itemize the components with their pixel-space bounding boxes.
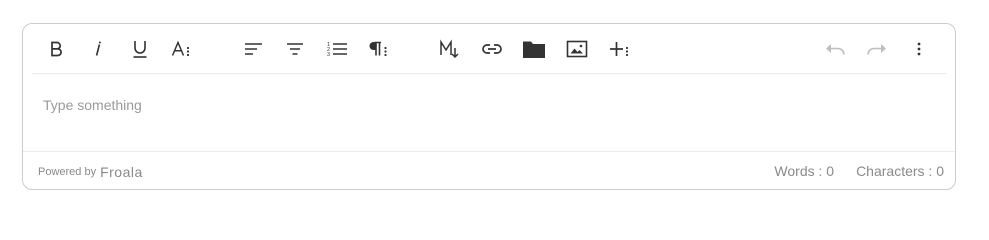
character-count: Characters : 0 bbox=[856, 163, 944, 179]
editor-placeholder: Type something bbox=[43, 97, 142, 113]
ordered-list-icon: 1 2 3 bbox=[327, 42, 347, 58]
editor-footer: Powered by Froala Words : 0 Characters :… bbox=[23, 152, 955, 190]
insert-link-button[interactable] bbox=[479, 36, 505, 62]
powered-by-link[interactable]: Powered by Froala bbox=[38, 163, 143, 181]
folder-icon bbox=[523, 41, 545, 58]
text-more-button[interactable] bbox=[169, 36, 195, 62]
ordered-list-button[interactable]: 1 2 3 bbox=[324, 36, 350, 62]
plus-more-icon bbox=[610, 42, 629, 57]
word-count: Words : 0 bbox=[774, 163, 835, 179]
markdown-button[interactable] bbox=[437, 36, 463, 62]
bold-icon bbox=[51, 41, 62, 57]
vertical-dots-icon bbox=[917, 42, 921, 56]
insert-image-button[interactable] bbox=[564, 36, 590, 62]
underline-button[interactable] bbox=[127, 36, 153, 62]
froala-logo: Froala bbox=[100, 164, 143, 180]
paragraph-more-icon bbox=[369, 41, 387, 57]
misc-more-button[interactable] bbox=[906, 36, 932, 62]
image-icon bbox=[566, 40, 588, 58]
editor-counters: Words : 0 Characters : 0 bbox=[774, 163, 944, 179]
undo-icon bbox=[826, 44, 845, 55]
align-center-button[interactable] bbox=[282, 36, 308, 62]
italic-button[interactable] bbox=[85, 36, 111, 62]
editor-toolbar: 1 2 3 bbox=[23, 24, 955, 74]
rich-text-editor: 1 2 3 Type something Powered by Froala W… bbox=[22, 23, 956, 190]
toolbar-divider bbox=[32, 73, 946, 74]
paragraph-more-button[interactable] bbox=[366, 36, 392, 62]
powered-by-text: Powered by bbox=[38, 166, 97, 178]
editor-content-area[interactable]: Type something bbox=[43, 94, 935, 116]
svg-text:3: 3 bbox=[327, 52, 330, 58]
bold-button[interactable] bbox=[43, 36, 69, 62]
rich-more-button[interactable] bbox=[607, 36, 633, 62]
markdown-icon bbox=[440, 39, 459, 59]
align-center-icon bbox=[287, 43, 303, 55]
text-more-icon bbox=[171, 40, 190, 57]
redo-icon bbox=[867, 44, 886, 55]
insert-file-button[interactable] bbox=[521, 36, 547, 62]
align-left-icon bbox=[245, 43, 262, 55]
link-icon bbox=[482, 44, 502, 54]
italic-icon bbox=[95, 41, 101, 56]
underline-icon bbox=[133, 41, 147, 58]
align-left-button[interactable] bbox=[240, 36, 266, 62]
redo-button[interactable] bbox=[864, 36, 890, 62]
undo-button[interactable] bbox=[822, 36, 848, 62]
